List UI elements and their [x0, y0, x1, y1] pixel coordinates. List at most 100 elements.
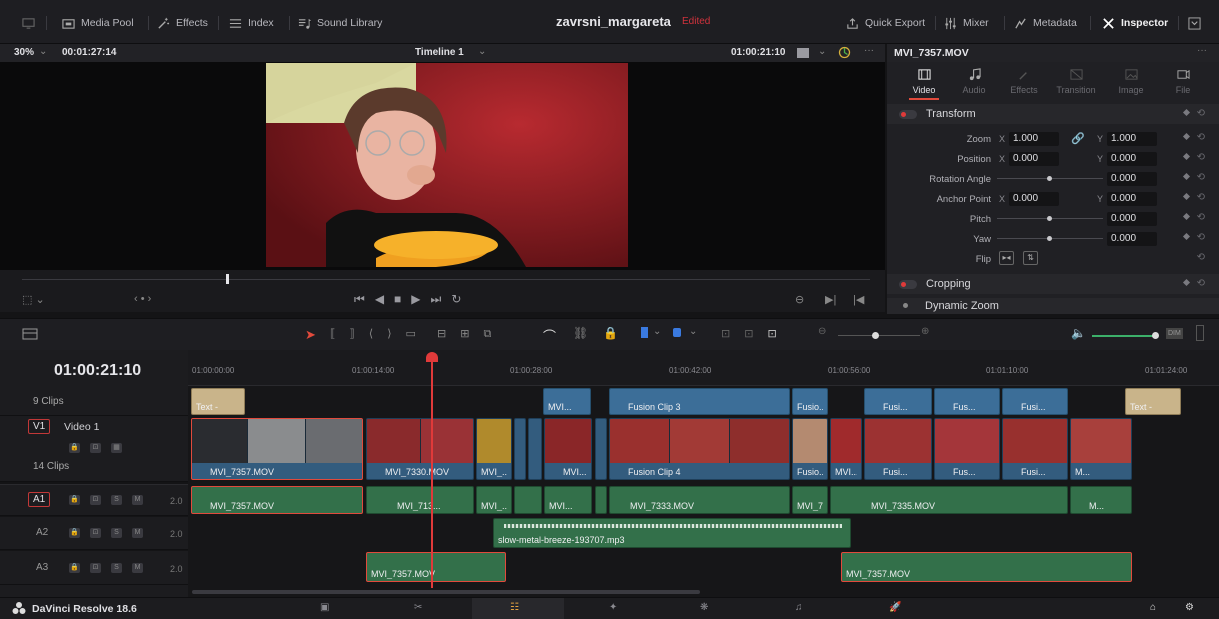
selection-tool-icon[interactable]: ➤: [305, 327, 316, 343]
timeline-zoom-handle[interactable]: [872, 332, 879, 339]
timeline-dropdown-icon[interactable]: ⌄: [478, 46, 486, 57]
anchor-reset-icon[interactable]: ⟲: [1197, 192, 1205, 203]
v2-clip[interactable]: Fusio...: [792, 388, 828, 415]
snapping-icon[interactable]: ⌒: [543, 326, 556, 345]
linked-selection-icon[interactable]: ⛓: [573, 326, 588, 340]
mixer-button[interactable]: Mixer: [944, 16, 989, 30]
page-edit-active[interactable]: ☷: [472, 598, 564, 619]
transform-toggle[interactable]: [899, 109, 917, 119]
a1-clip[interactable]: [514, 486, 542, 514]
dynamic-zoom-section-header[interactable]: Dynamic Zoom: [887, 298, 1219, 314]
link-icon[interactable]: 🔗: [1071, 132, 1085, 145]
v1-clip[interactable]: MVI_7357.MOV: [191, 418, 363, 480]
flag-icon[interactable]: [641, 327, 648, 338]
a2-badge[interactable]: A2: [36, 527, 48, 538]
a3-mute-button[interactable]: M: [132, 563, 143, 573]
zoom-reset-icon[interactable]: ⟲: [1197, 132, 1205, 143]
last-frame-icon[interactable]: ⏭: [431, 292, 452, 306]
yaw-field[interactable]: 0.000: [1107, 232, 1157, 246]
v1-clip-gap[interactable]: [514, 418, 526, 480]
a2-clip[interactable]: slow-metal-breeze-193707.mp3: [493, 518, 851, 548]
a2-auto-select-icon[interactable]: ⊡: [90, 528, 101, 538]
replace-clip-icon[interactable]: ⧉: [483, 328, 505, 340]
rotation-keyframe-icon[interactable]: [1182, 172, 1191, 181]
transform-reset-icon[interactable]: ⟲: [1197, 108, 1205, 119]
marker-dropdown-icon[interactable]: ⌄: [689, 326, 697, 337]
timeline-ruler[interactable]: 01:00:00:00 01:00:14:00 01:00:28:00 01:0…: [188, 350, 1219, 386]
v1-badge[interactable]: V1: [28, 419, 51, 434]
position-x-field[interactable]: 0.000: [1009, 152, 1059, 166]
transform-keyframe-icon[interactable]: [1182, 108, 1191, 117]
cropping-keyframe-icon[interactable]: [1182, 278, 1191, 287]
insert-clip-icon[interactable]: ⊟: [437, 328, 460, 340]
effects-button[interactable]: Effects: [157, 16, 208, 30]
a1-clip[interactable]: MVI_7333.MOV: [609, 486, 790, 514]
mark-out-icon[interactable]: |◀: [853, 293, 864, 306]
a1-clip[interactable]: MVI_7...: [792, 486, 828, 514]
play-icon[interactable]: ▶: [411, 292, 430, 306]
position-keyframe-icon[interactable]: [1182, 152, 1191, 161]
zoom-detail-icon[interactable]: ⊡: [744, 328, 767, 340]
a1-auto-select-icon[interactable]: ⊡: [90, 495, 101, 505]
v2-clip[interactable]: Text -: [1125, 388, 1181, 415]
v1-clip[interactable]: MVI...: [544, 418, 592, 480]
inspector-options-icon[interactable]: ···: [1197, 45, 1207, 56]
viewer-mode-dropdown-icon[interactable]: ⌄: [818, 46, 826, 57]
a3-badge[interactable]: A3: [36, 562, 48, 573]
v2-clip[interactable]: Fus...: [934, 388, 1000, 415]
timeline-name[interactable]: Timeline 1: [415, 47, 464, 58]
page-cut-icon[interactable]: ✂: [414, 602, 428, 616]
zoom-dropdown-icon[interactable]: ⌄: [39, 46, 47, 57]
overwrite-clip-icon[interactable]: ⊞: [460, 328, 483, 340]
a1-clip[interactable]: MVI_7357.MOV: [191, 486, 363, 514]
rotation-slider[interactable]: [997, 176, 1103, 181]
anchor-x-field[interactable]: 0.000: [1009, 192, 1059, 206]
a1-solo-button[interactable]: S: [111, 495, 122, 505]
cropping-section-header[interactable]: Cropping ⟲: [887, 274, 1219, 294]
pitch-slider[interactable]: [997, 216, 1103, 221]
pitch-keyframe-icon[interactable]: [1182, 212, 1191, 221]
dim-button[interactable]: DIM: [1166, 328, 1183, 339]
zoom-level[interactable]: 30%: [14, 47, 34, 58]
inspector-button[interactable]: Inspector: [1102, 16, 1168, 30]
play-reverse-icon[interactable]: ◀: [375, 292, 394, 306]
mark-in-icon[interactable]: ▶|: [825, 293, 836, 306]
stop-icon[interactable]: ■: [394, 292, 411, 306]
v1-clip[interactable]: Fusi...: [1002, 418, 1068, 480]
pitch-reset-icon[interactable]: ⟲: [1197, 212, 1205, 223]
page-fusion-icon[interactable]: ✦: [609, 602, 623, 616]
yaw-slider[interactable]: [997, 236, 1103, 241]
flip-vertical-icon[interactable]: ⇅: [1023, 251, 1038, 265]
match-frame-icon[interactable]: ⊖: [795, 293, 804, 306]
loop-icon[interactable]: ↻: [451, 292, 471, 306]
speaker-icon[interactable]: 🔈: [1071, 326, 1086, 340]
master-volume-handle[interactable]: [1152, 332, 1159, 339]
dynamic-trim-icon[interactable]: [838, 46, 851, 62]
tab-file[interactable]: File: [1157, 68, 1209, 95]
a1-badge[interactable]: A1: [28, 492, 51, 507]
zoom-out-icon[interactable]: ⊖: [818, 326, 826, 337]
page-media-icon[interactable]: ▣: [320, 602, 334, 616]
blade-tool-icon[interactable]: ▭: [406, 328, 430, 340]
home-icon[interactable]: ⌂: [1150, 602, 1164, 616]
viewer-options-icon[interactable]: ···: [864, 45, 874, 56]
v1-enable-icon[interactable]: ▦: [111, 443, 122, 453]
page-fairlight-icon[interactable]: ♫: [795, 602, 809, 616]
a1-clip[interactable]: MVI_713...: [366, 486, 474, 514]
trim-tool-icon[interactable]: ⟦⟧: [330, 328, 369, 340]
a3-clip[interactable]: MVI_7357.MOV: [366, 552, 506, 582]
timeline-scrollbar-track[interactable]: [188, 588, 1219, 597]
v1-clip[interactable]: MVI_...: [476, 418, 512, 480]
v1-clip[interactable]: Fusion Clip 4: [609, 418, 790, 480]
page-color-icon[interactable]: ❋: [700, 602, 714, 616]
settings-gear-icon[interactable]: ⚙: [1185, 602, 1199, 616]
timeline-scrollbar-thumb[interactable]: [192, 590, 700, 594]
marker-icon[interactable]: [673, 328, 681, 337]
sound-library-button[interactable]: Sound Library: [298, 16, 382, 30]
a1-mute-button[interactable]: M: [132, 495, 143, 505]
rotation-reset-icon[interactable]: ⟲: [1197, 172, 1205, 183]
expand-panel-button[interactable]: [1188, 16, 1201, 30]
flip-horizontal-icon[interactable]: ▸◂: [999, 251, 1014, 265]
a3-lock-icon[interactable]: 🔒: [69, 563, 80, 573]
a2-lock-icon[interactable]: 🔒: [69, 528, 80, 538]
